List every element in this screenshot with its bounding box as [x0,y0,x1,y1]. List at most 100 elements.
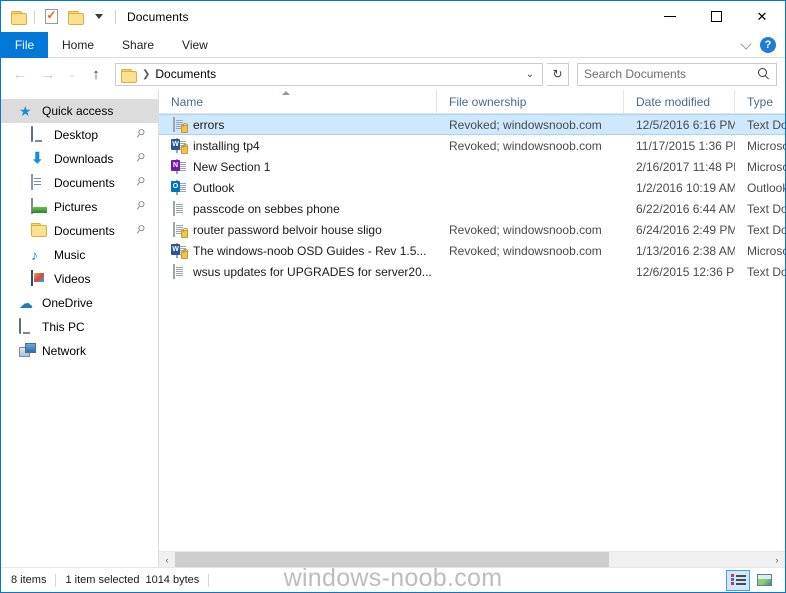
pin-icon[interactable]: ⚲ [133,150,151,168]
sidebar-item-music[interactable]: ♪ Music [1,243,158,267]
address-dropdown-icon[interactable]: ⌄ [520,64,540,85]
sidebar-item-this-pc[interactable]: This PC [1,315,158,339]
selection-size-label: 1014 bytes [145,574,200,586]
sidebar-item-quick-access[interactable]: ★ Quick access [1,99,158,123]
pin-icon[interactable]: ⚲ [133,174,151,192]
help-icon[interactable]: ? [760,36,776,53]
date-modified-cell: 12/5/2016 6:16 PM [636,117,735,132]
video-icon [31,270,47,287]
column-header-type[interactable]: Type [735,90,786,114]
sidebar-item-videos[interactable]: Videos [1,267,158,291]
sidebar-item-desktop[interactable]: Desktop ⚲ [1,123,158,147]
divider [115,9,116,24]
sidebar-item-downloads[interactable]: ⬇ Downloads ⚲ [1,147,158,171]
view-mode-buttons [726,569,785,591]
word-document-icon: W [171,137,188,154]
sidebar-item-label: OneDrive [42,296,93,310]
column-header-name[interactable]: Name [159,89,437,114]
table-row[interactable]: router password belvoir house sligo Revok… [159,219,785,240]
sidebar-item-pictures[interactable]: Pictures ⚲ [1,195,158,219]
table-row[interactable]: O Outlook 1/2/2016 10:19 AM Outlook [159,177,785,198]
file-list: errors Revoked; windowsnoob.com 12/5/2016 … [159,114,785,551]
scrollbar-thumb[interactable] [175,551,609,568]
scroll-right-button[interactable]: › [769,551,785,568]
file-name-cell[interactable]: passcode on sebbes phone [159,200,437,217]
search-input[interactable] [584,67,758,81]
file-name-label: installing tp4 [193,138,260,153]
address-bar[interactable]: ❯ Documents ⌄ [115,62,543,86]
refresh-button[interactable]: ↻ [547,62,569,86]
sidebar-item-documents[interactable]: Documents ⚲ [1,219,158,243]
tab-share[interactable]: Share [108,32,168,58]
pin-icon[interactable]: ⚲ [133,198,151,216]
pin-icon[interactable]: ⚲ [133,222,151,240]
scrollbar-track[interactable] [175,551,769,568]
table-row[interactable]: wsus updates for UPGRADES for server20..… [159,261,785,282]
file-name-cell[interactable]: W The windows-noob OSD Guides - Rev 1.5..… [159,242,437,259]
pictures-icon [31,198,47,215]
qat-properties-button[interactable] [40,6,62,28]
minimize-button[interactable] [647,1,693,32]
tab-view[interactable]: View [168,32,222,58]
type-cell: Text Do [747,117,785,132]
back-button[interactable]: ← [7,61,33,87]
sidebar-item-documents[interactable]: Documents ⚲ [1,171,158,195]
folder-icon [121,68,137,83]
table-row[interactable]: errors Revoked; windowsnoob.com 12/5/2016 … [159,114,785,135]
chevron-down-icon [95,14,103,19]
file-name-cell[interactable]: Winstalling tp4 [159,137,437,154]
ribbon-tab-bar: File Home Share View ? [1,32,785,58]
table-row[interactable]: passcode on sebbes phone 6/22/2016 6:44 A… [159,198,785,219]
star-icon: ★ [19,103,32,119]
file-name-cell[interactable]: errors [159,116,437,133]
file-name-label: router password belvoir house sligo [193,222,382,237]
tab-file[interactable]: File [1,32,48,58]
column-header-date-modified[interactable]: Date modified [624,89,735,114]
chevron-down-icon[interactable] [741,39,752,50]
file-name-cell[interactable]: router password belvoir house sligo [159,221,437,238]
network-icon [19,343,35,359]
type-cell: Text Do [747,264,785,279]
scroll-left-button[interactable]: ‹ [159,551,175,568]
date-modified-cell: 1/2/2016 10:19 AM [636,180,735,195]
cloud-icon: ☁ [19,295,33,311]
file-name-cell[interactable]: O Outlook [159,179,437,196]
close-button[interactable]: ✕ [739,1,785,32]
tab-home[interactable]: Home [48,32,108,58]
table-row[interactable]: Winstalling tp4 Revoked; windowsnoob.com 1… [159,135,785,156]
sidebar-item-onedrive[interactable]: ☁ OneDrive [1,291,158,315]
selection-label: 1 item selected [65,574,140,586]
sidebar-item-network[interactable]: Network [1,339,158,363]
horizontal-scrollbar[interactable]: ‹ › [159,551,785,568]
maximize-button[interactable] [693,1,739,32]
recent-locations-button[interactable]: ⌄ [63,61,81,87]
file-list-pane: Name File ownership Date modified Type erro… [159,89,786,568]
qat-folder-button[interactable] [7,6,29,28]
qat-new-folder-button[interactable] [64,6,86,28]
status-bar: windows-noob.com 8 items 1 item selected… [1,564,785,592]
breadcrumb[interactable]: Documents [155,67,216,81]
window-controls: ✕ [647,1,785,32]
up-button[interactable]: ↑ [83,61,109,87]
date-modified-cell: 11/17/2015 1:36 PM [636,138,735,153]
qat-customize-button[interactable] [88,6,110,28]
search-icon[interactable] [758,68,770,80]
table-row[interactable]: W The windows-noob OSD Guides - Rev 1.5..… [159,240,785,261]
forward-button[interactable]: → [35,61,61,87]
quick-access-toolbar [7,6,119,28]
details-view-button[interactable] [726,569,750,591]
table-row[interactable]: N New Section 1 2/16/2017 11:48 PM Microso [159,156,785,177]
column-header-file-ownership[interactable]: File ownership [437,89,624,114]
properties-icon [44,8,58,24]
divider [208,573,210,587]
column-header-label: File ownership [449,94,527,109]
file-ownership-cell: Revoked; windowsnoob.com [449,138,602,153]
file-name-cell[interactable]: wsus updates for UPGRADES for server20..… [159,263,437,280]
search-box[interactable] [577,62,777,86]
date-modified-cell: 2/16/2017 11:48 PM [636,159,735,174]
pin-icon[interactable]: ⚲ [133,126,151,144]
close-icon: ✕ [756,8,768,24]
folder-icon [10,10,27,25]
large-icons-view-button[interactable] [752,570,776,591]
file-name-cell[interactable]: N New Section 1 [159,158,437,175]
